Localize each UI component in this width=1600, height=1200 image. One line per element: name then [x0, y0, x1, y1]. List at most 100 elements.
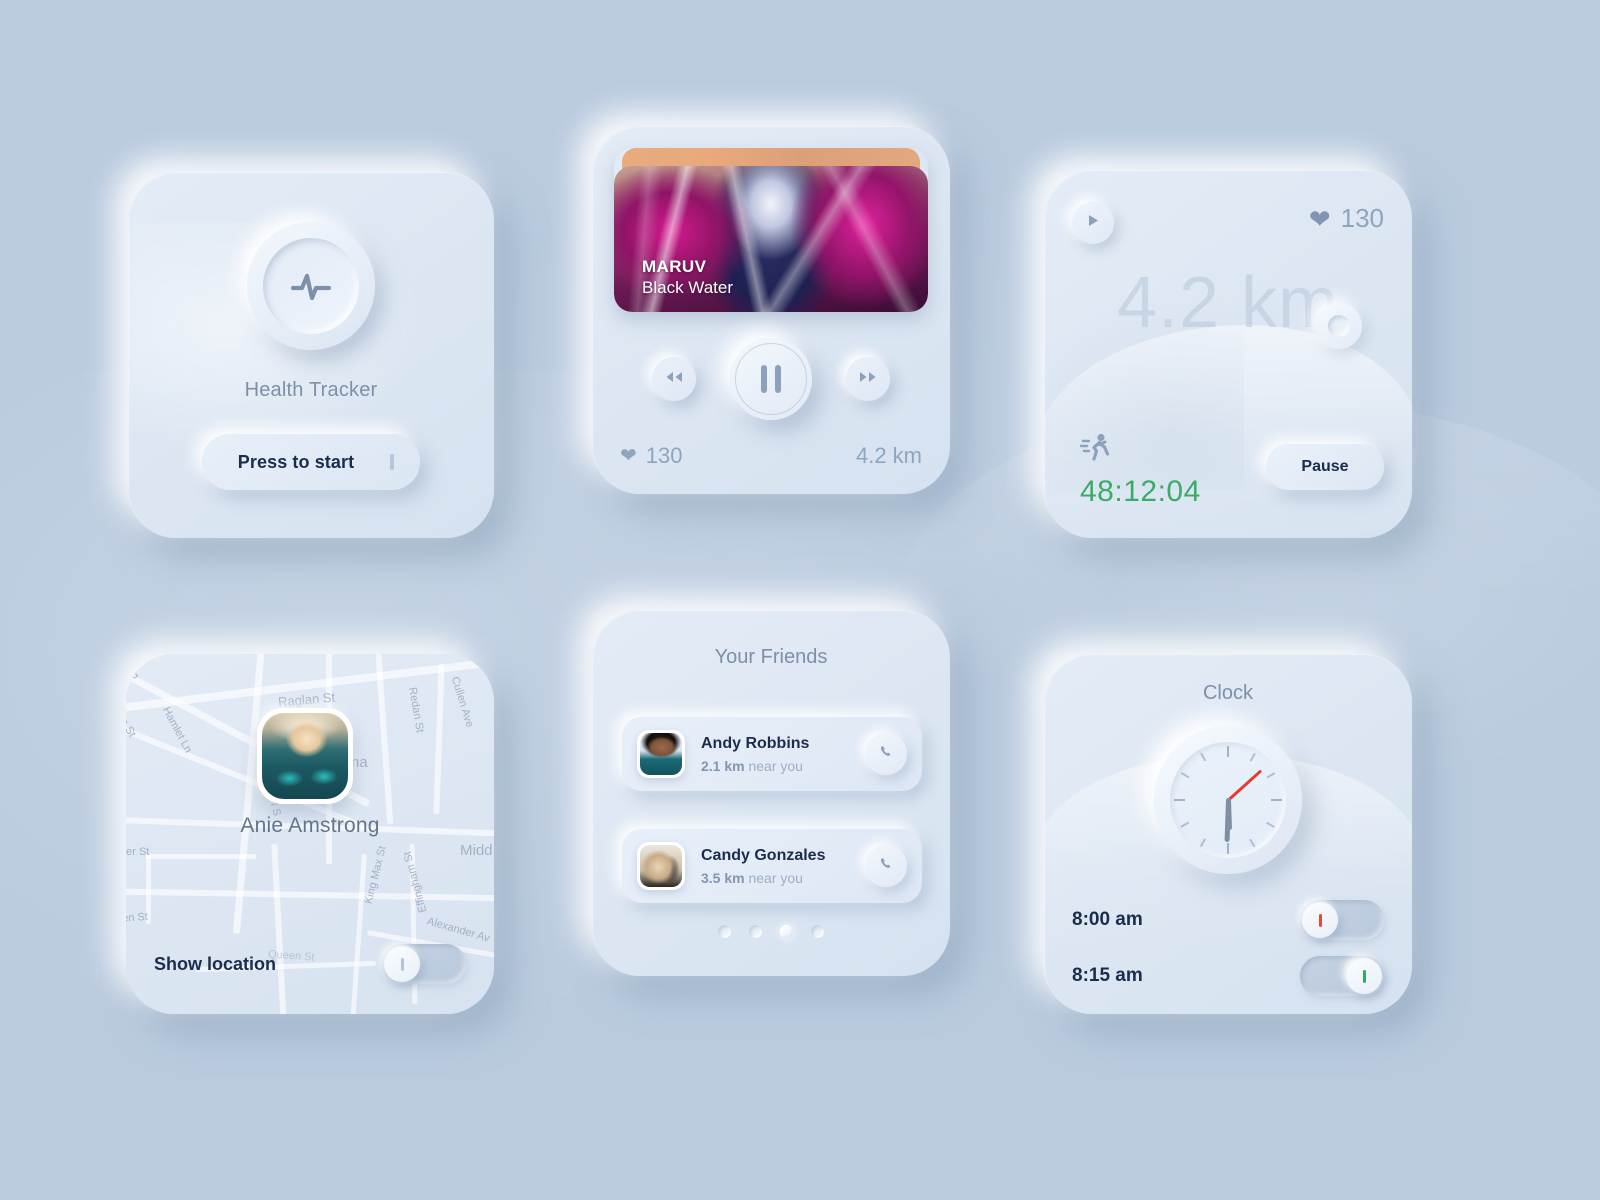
avatar-photo — [262, 713, 348, 799]
music-player-card: MARUV Black Water ❤ 130 4.2 km — [592, 126, 950, 494]
run-heart-rate-group: ❤ 130 — [1309, 203, 1384, 234]
clock-title: Clock — [1202, 682, 1253, 704]
widget-grid: Health Tracker Press to start MARUV Blac… — [0, 0, 1600, 1200]
clock-minute-hand — [1224, 799, 1231, 843]
clock-tick — [1266, 772, 1276, 779]
running-icon — [1079, 432, 1114, 467]
analog-clock[interactable] — [1154, 726, 1302, 874]
music-stats-footer: ❤ 130 4.2 km — [620, 443, 922, 469]
toggle-knob — [1346, 958, 1382, 994]
heart-rate-group: ❤ 130 — [620, 443, 682, 469]
map-user-name: Anie Amstrong — [240, 814, 380, 837]
pagination-dot[interactable] — [749, 925, 762, 938]
pagination-dot[interactable] — [718, 925, 731, 938]
call-friend-button[interactable] — [865, 733, 907, 775]
avatar-photo — [640, 845, 682, 887]
street-label: Alexander Av — [425, 915, 492, 945]
show-location-label: Show location — [154, 953, 277, 974]
alarm-toggle[interactable] — [1300, 900, 1384, 940]
toggle-knob — [384, 946, 420, 982]
map-road — [433, 663, 445, 815]
map-road — [146, 854, 256, 859]
friend-info: Candy Gonzales 3.5 km near you — [701, 847, 865, 886]
clock-tick — [1200, 752, 1207, 762]
press-to-start-button[interactable]: Press to start — [202, 434, 420, 490]
route-marker-icon — [1316, 303, 1362, 349]
previous-track-button[interactable] — [652, 357, 696, 401]
friend-avatar — [637, 842, 685, 890]
phone-icon — [879, 856, 894, 876]
clock-tick — [1249, 838, 1256, 848]
friend-info: Andy Robbins 2.1 km near you — [701, 735, 865, 774]
run-tracker-card: ❤ 130 4.2 km 48:12:04 Pause — [1044, 170, 1412, 538]
clock-face — [1170, 742, 1286, 858]
friend-avatar — [637, 730, 685, 778]
health-card-caption: Health Tracker — [244, 379, 378, 401]
run-play-button[interactable] — [1072, 202, 1114, 244]
run-heart-rate-value: 130 — [1340, 203, 1384, 233]
distance-value: 4.2 km — [855, 443, 922, 468]
clock-tick — [1227, 843, 1230, 854]
pause-icon — [761, 365, 781, 393]
show-location-toggle[interactable] — [382, 944, 466, 984]
map-road — [126, 888, 494, 902]
alarm-toggle[interactable] — [1300, 956, 1384, 996]
clock-tick — [1249, 752, 1256, 762]
pulse-icon — [289, 269, 333, 303]
play-icon — [1086, 213, 1100, 233]
run-elapsed-time: 48:12:04 — [1080, 475, 1201, 508]
friends-card: Your Friends Andy Robbins 2.1 km near yo… — [592, 610, 950, 976]
track-title: Black Water — [642, 278, 734, 297]
alarm-time: 8:00 am — [1072, 909, 1143, 930]
clock-tick — [1200, 838, 1207, 848]
pagination-dots — [592, 925, 950, 938]
health-start-knob[interactable] — [247, 222, 375, 350]
album-art-container[interactable]: MARUV Black Water — [614, 148, 928, 312]
friend-distance-suffix: near you — [748, 869, 803, 886]
heart-icon: ❤ — [1308, 203, 1331, 234]
clock-tick — [1266, 821, 1276, 828]
friend-list-item[interactable]: Candy Gonzales 3.5 km near you — [622, 829, 922, 903]
street-label: na — [351, 754, 368, 771]
next-track-button[interactable] — [846, 357, 890, 401]
friend-distance-suffix: near you — [748, 757, 803, 774]
friend-distance: 3.5 km near you — [701, 870, 865, 886]
map-road — [271, 843, 287, 1014]
street-label: Redan St — [406, 686, 426, 734]
friend-distance-value: 3.5 km — [701, 869, 745, 886]
map-footer: Show location — [126, 944, 494, 984]
health-tracker-card: Health Tracker Press to start — [128, 172, 494, 538]
pagination-dot[interactable] — [811, 925, 824, 938]
friend-name: Andy Robbins — [701, 734, 810, 752]
friend-name: Candy Gonzales — [701, 846, 826, 864]
friend-distance: 2.1 km near you — [701, 758, 865, 774]
run-pause-button[interactable]: Pause — [1266, 444, 1384, 490]
heart-rate-value: 130 — [645, 443, 683, 468]
street-label: een St — [126, 910, 149, 926]
alarm-row: 8:00 am — [1072, 900, 1384, 940]
clock-center-pin — [1225, 797, 1231, 803]
press-to-start-label: Press to start — [237, 451, 355, 472]
friends-title: Your Friends — [714, 646, 828, 668]
friend-list-item[interactable]: Andy Robbins 2.1 km near you — [622, 717, 922, 791]
map-road — [350, 854, 367, 1014]
clock-tick — [1227, 746, 1230, 757]
street-label: ner St — [126, 846, 150, 858]
call-friend-button[interactable] — [865, 845, 907, 887]
pagination-dot[interactable] — [780, 925, 793, 938]
album-text-block: MARUV Black Water — [642, 257, 733, 298]
avatar-photo — [640, 733, 682, 775]
clock-tick — [1271, 799, 1283, 801]
run-pause-label: Pause — [1301, 458, 1349, 475]
clock-tick — [1180, 772, 1190, 779]
map-card: rd Hamlet Ln n St Raglan St Prince Alber… — [126, 654, 494, 1014]
play-pause-button[interactable] — [730, 338, 812, 420]
street-label: Cullen Ave — [448, 675, 476, 729]
friend-distance-value: 2.1 km — [701, 757, 745, 774]
alarm-time: 8:15 am — [1072, 965, 1143, 986]
map-user-avatar[interactable] — [257, 708, 353, 804]
transport-controls — [592, 338, 950, 420]
alarm-row: 8:15 am — [1072, 956, 1384, 996]
clock-tick — [1180, 821, 1190, 828]
clock-tick — [1174, 799, 1186, 801]
